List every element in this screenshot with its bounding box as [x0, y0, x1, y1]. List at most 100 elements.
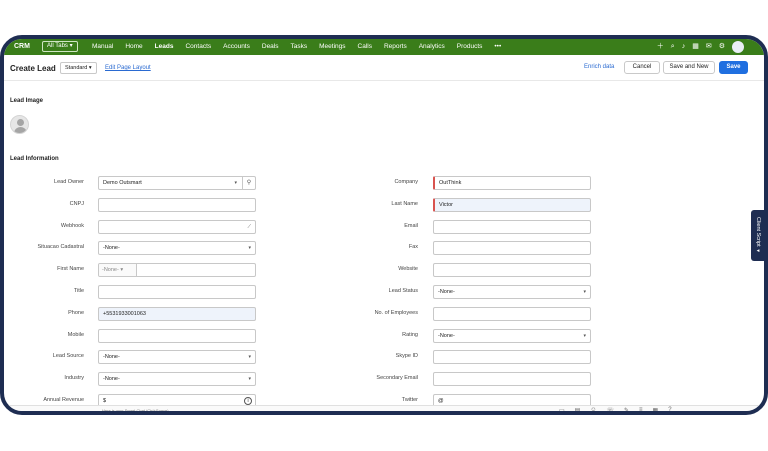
secondary-email-label: Secondary Email	[376, 375, 418, 382]
nav-tab-manual[interactable]: Manual	[86, 39, 119, 55]
client-script-tab[interactable]: Client Script ◂	[751, 210, 764, 261]
nav-tab-accounts[interactable]: Accounts	[217, 39, 256, 55]
crm-logo[interactable]: CRM	[14, 43, 30, 50]
lead-information-heading: Lead Information	[10, 156, 59, 162]
resize-handle-icon[interactable]: ⟋	[247, 221, 251, 233]
user-body-icon	[14, 127, 27, 133]
avatar[interactable]	[732, 41, 744, 53]
edit-layout-link[interactable]: Edit Page Layout	[105, 65, 151, 71]
cnpj-field[interactable]	[98, 197, 256, 212]
situacao-cadastral-value: -None-	[103, 245, 120, 252]
last-name-value: Victor	[439, 201, 453, 208]
industry-label: Industry	[64, 375, 84, 382]
mobile-field[interactable]	[98, 328, 256, 343]
rating-label: Rating	[402, 331, 418, 338]
chevron-down-icon: ▾	[118, 267, 124, 274]
lead-source-label: Lead Source	[52, 353, 84, 360]
first-name-label: First Name	[57, 266, 84, 273]
salutation-select[interactable]: -None- ▾	[99, 264, 137, 277]
calendar-icon[interactable]: ▦	[692, 41, 699, 53]
phone-field[interactable]: +5531933001063	[98, 306, 256, 321]
smart-chat-hint[interactable]: Here is your Smart Chat (Ctrl+Space)	[102, 408, 169, 411]
webhook-field[interactable]: ⟋	[98, 219, 256, 234]
tools-icon[interactable]: ✎	[624, 407, 629, 411]
chevron-down-icon: ▾	[583, 289, 586, 295]
chevron-down-icon: ▾	[234, 180, 237, 186]
settings-icon[interactable]: ⚙	[719, 41, 725, 53]
contacts-icon[interactable]: ☺	[590, 407, 596, 411]
industry-field[interactable]: -None- ▾	[98, 372, 256, 387]
situacao-cadastral-label: Situacao Cadastral	[37, 244, 84, 251]
nav-tab-analytics[interactable]: Analytics	[413, 39, 451, 55]
email-field[interactable]	[433, 219, 591, 234]
lead-source-value: -None-	[103, 354, 120, 361]
nav-tab-reports[interactable]: Reports	[378, 39, 413, 55]
layout-select-value: Standard	[65, 65, 88, 71]
website-field[interactable]	[433, 263, 591, 278]
bell-icon[interactable]: ♪	[682, 41, 686, 53]
form-toolbar: Create Lead Standard ▾ Edit Page Layout …	[4, 55, 764, 81]
situacao-cadastral-field[interactable]: -None- ▾	[98, 241, 256, 256]
annual-revenue-value: $	[103, 398, 107, 404]
rating-field[interactable]: -None- ▾	[433, 328, 591, 343]
chat-icon[interactable]: ▭	[559, 407, 565, 411]
title-label: Title	[73, 288, 84, 294]
top-nav: CRM All Tabs ▾ Manual Home Leads Contacts Ac…	[4, 39, 764, 55]
add-icon[interactable]: ＋	[657, 41, 664, 53]
nav-tab-products[interactable]: Products	[451, 39, 489, 55]
last-name-field[interactable]: Victor	[433, 197, 591, 212]
page-title: Create Lead	[10, 64, 56, 73]
company-label: Company	[394, 179, 418, 185]
nav-tab-contacts[interactable]: Contacts	[179, 39, 217, 55]
no-of-employees-field[interactable]	[433, 306, 591, 321]
first-name-value: -None-	[102, 267, 119, 274]
nav-tab-meetings[interactable]: Meetings	[313, 39, 351, 55]
last-name-label: Last Name	[391, 200, 418, 207]
title-field[interactable]	[98, 285, 256, 299]
help-icon[interactable]: ?	[668, 407, 671, 411]
fax-label: Fax	[408, 244, 418, 251]
grid-icon[interactable]: ▦	[653, 407, 659, 411]
website-label: Website	[398, 266, 418, 273]
company-field[interactable]: OutThink	[433, 176, 591, 190]
lead-owner-field[interactable]: Demo Outsmart ▾ ⚲	[98, 176, 256, 190]
phone-label: Phone	[68, 309, 84, 316]
dial-icon[interactable]: ☏	[606, 407, 614, 411]
user-lookup-icon[interactable]: ⚲	[242, 177, 255, 189]
secondary-email-field[interactable]	[433, 372, 591, 387]
chevron-down-icon: ▾	[248, 245, 251, 252]
nav-tab-leads[interactable]: Leads	[149, 39, 180, 55]
nav-tab-tasks[interactable]: Tasks	[285, 39, 314, 55]
lead-image-avatar[interactable]	[10, 115, 29, 134]
all-tabs-button[interactable]: All Tabs ▾	[42, 41, 78, 52]
notes-icon[interactable]: ▤	[575, 407, 581, 411]
info-icon[interactable]: i	[244, 397, 252, 405]
industry-value: -None-	[103, 376, 120, 383]
fax-field[interactable]	[433, 241, 591, 256]
nav-tab-calls[interactable]: Calls	[352, 39, 378, 55]
nav-tab-deals[interactable]: Deals	[256, 39, 285, 55]
mobile-label: Mobile	[67, 331, 84, 338]
mail-icon[interactable]: ✉	[706, 41, 712, 53]
twitter-label: Twitter	[401, 397, 418, 403]
lead-status-field[interactable]: -None- ▾	[433, 285, 591, 299]
company-value: OutThink	[439, 180, 462, 186]
lead-status-value: -None-	[438, 289, 455, 295]
search-icon[interactable]: ⌕	[671, 41, 675, 53]
chevron-down-icon: ▾	[248, 376, 251, 383]
enrich-data-link[interactable]: Enrich data	[584, 64, 614, 70]
lead-owner-label: Lead Owner	[54, 179, 84, 185]
rating-value: -None-	[438, 332, 455, 339]
save-button[interactable]: Save	[719, 61, 748, 74]
cancel-button[interactable]: Cancel	[624, 61, 660, 74]
save-and-new-button[interactable]: Save and New	[663, 61, 715, 74]
skype-id-label: Skype ID	[395, 353, 418, 360]
layout-select[interactable]: Standard ▾	[60, 62, 97, 74]
nav-tab-more[interactable]: •••	[488, 39, 507, 55]
skype-id-field[interactable]	[433, 350, 591, 365]
lead-status-label: Lead Status	[388, 288, 418, 294]
feed-icon[interactable]: ≡	[639, 407, 643, 411]
first-name-field[interactable]: -None- ▾	[98, 263, 256, 278]
lead-source-field[interactable]: -None- ▾	[98, 350, 256, 365]
nav-tab-home[interactable]: Home	[119, 39, 148, 55]
